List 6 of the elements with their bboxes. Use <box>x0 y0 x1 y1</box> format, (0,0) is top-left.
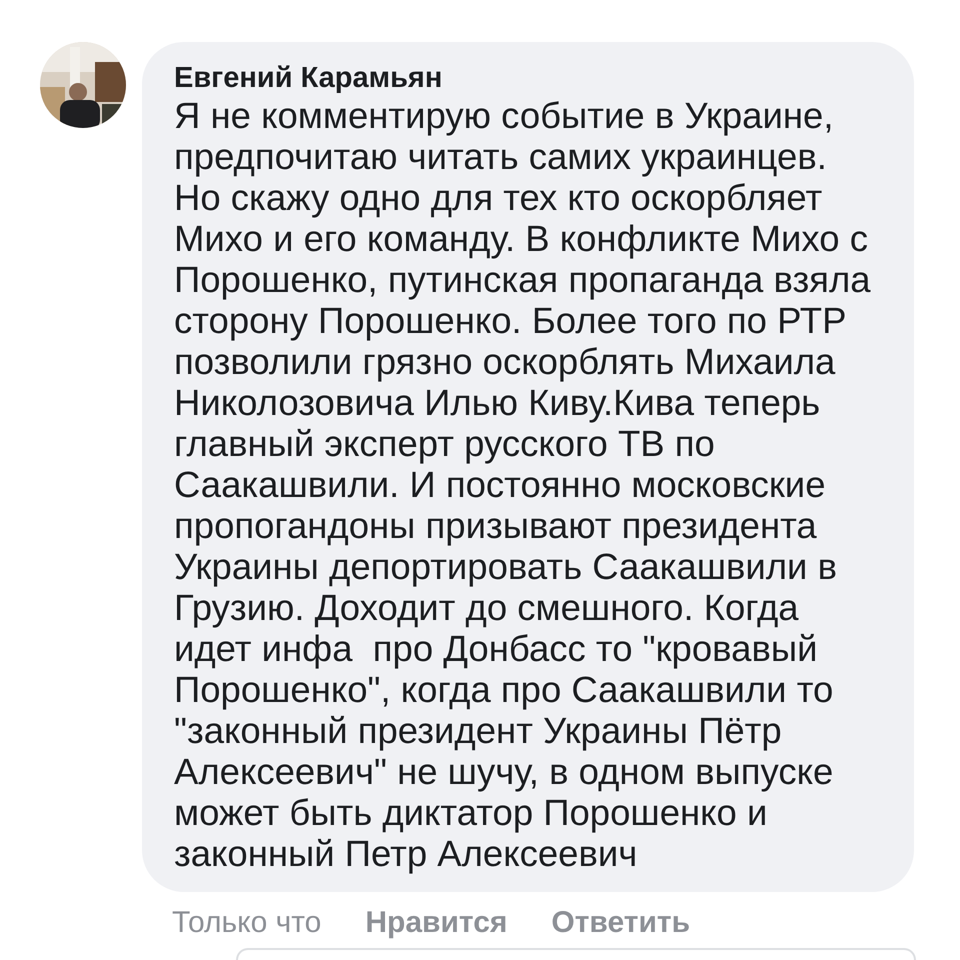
author-name[interactable]: Евгений Карамьян <box>174 62 442 94</box>
comment-text: Я не комментирую событие в Украине, предпочитаю читать самих украинцев. Но скажу одно для тех кто оскорбляет Михо и его команду. В конфликте Михо с Порошенко, путинская пропаганда взяла сторону Порошенко. Более того по РТР позволили грязно оскорблять Михаила Николозовича Илью Киву.Кива теперь главный эксперт русского ТВ по Саакашвили. И постоянно московские пропогандоны призывают президента Украины депортировать Саакашвили в Грузию. Доходит до смешного. Когда идет инфа про Донбасс то "кровавый Порошенко", когда про Саакашвили то "законный президент Украины Пётр Алексеевич" не шучу, в одном выпуске может быть диктатор Порошенко и законный Петр Алексеевич <box>174 95 871 874</box>
action-link[interactable]: Ответить <box>551 900 690 945</box>
reply-field[interactable] <box>236 948 916 960</box>
action-link[interactable]: Нравится <box>365 900 508 945</box>
timestamp: Только что <box>172 905 322 941</box>
